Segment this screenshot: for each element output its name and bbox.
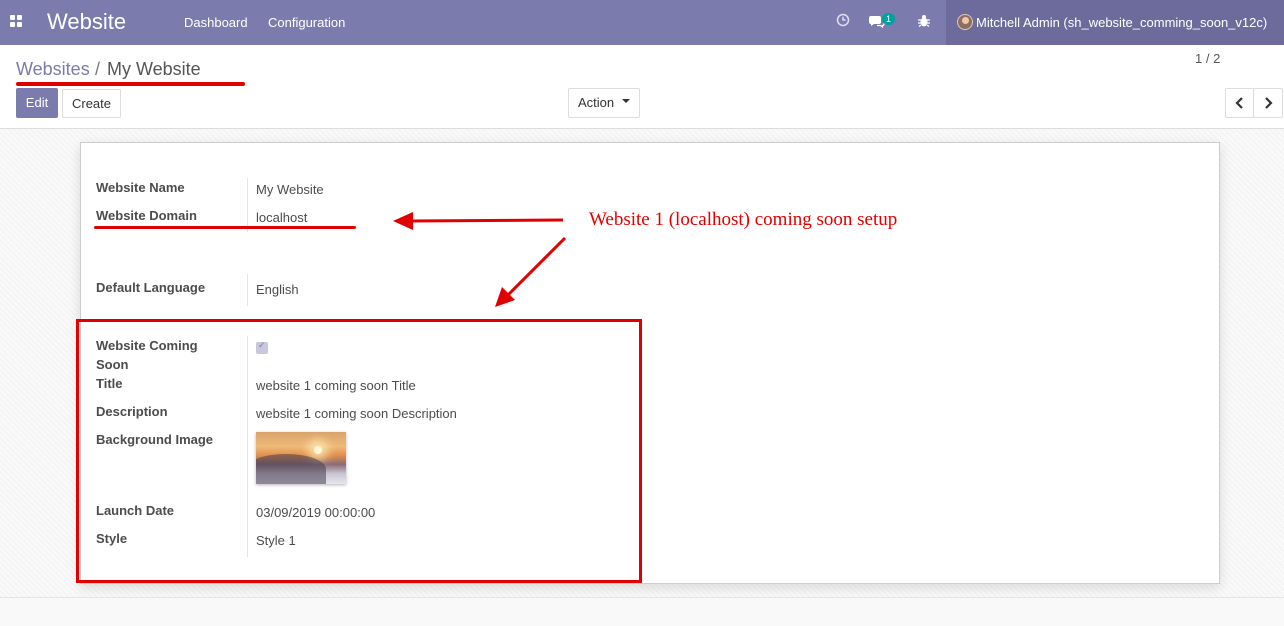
arrow-to-domain xyxy=(393,212,564,230)
arrow-to-box xyxy=(495,236,567,307)
annotation-arrows xyxy=(393,212,567,307)
